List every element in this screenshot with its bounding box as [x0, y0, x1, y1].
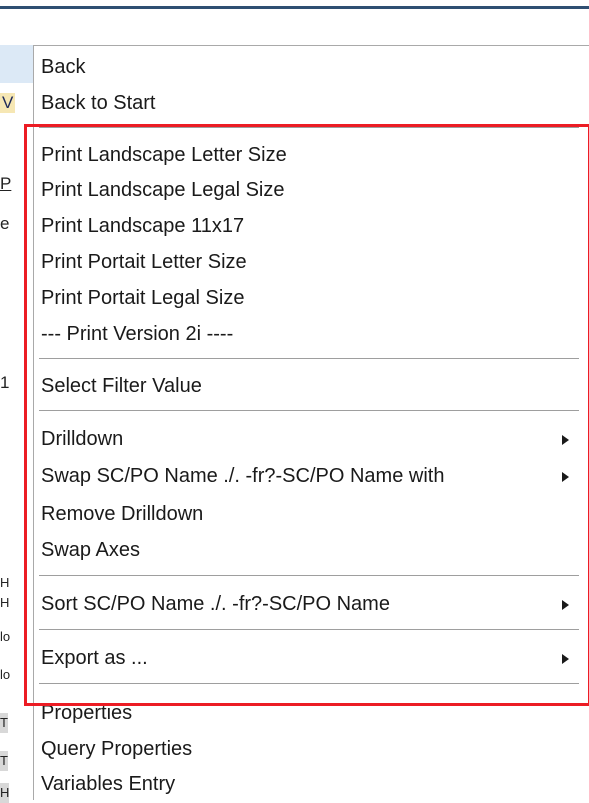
- menu-item-label: Remove Drilldown: [41, 503, 204, 525]
- menu-item-label: Select Filter Value: [41, 375, 202, 397]
- menu-separator: [39, 575, 579, 576]
- top-bar-line: [0, 6, 589, 9]
- background-text-fragment: P: [0, 174, 12, 193]
- menu-item-print-portrait-letter[interactable]: Print Portait Letter Size: [34, 245, 589, 279]
- menu-item-label: Print Landscape 11x17: [41, 215, 245, 237]
- menu-item-label: Properties: [41, 702, 133, 724]
- menu-item-label: Swap Axes: [41, 539, 140, 561]
- menu-item-label: Export as ...: [41, 647, 148, 669]
- menu-item-label: Print Portait Legal Size: [41, 287, 245, 309]
- menu-separator: [39, 410, 579, 411]
- background-text-fragment: T: [0, 713, 8, 733]
- background-text-fragment: e: [0, 214, 10, 233]
- menu-item-swap-with[interactable]: Swap SC/PO Name ./. -fr?-SC/PO Name with: [34, 459, 589, 493]
- menu-item-label: Back: [41, 56, 86, 78]
- background-text-fragment: T: [0, 751, 8, 771]
- submenu-arrow-icon: [562, 435, 569, 445]
- context-menu: Back Back to Start Print Landscape Lette…: [33, 45, 589, 800]
- background-page-strip: V P e 1 H H lo lo T T H: [0, 45, 33, 803]
- menu-item-back[interactable]: Back: [34, 50, 589, 84]
- menu-item-swap-axes[interactable]: Swap Axes: [34, 533, 589, 567]
- menu-item-label: --- Print Version 2i ----: [41, 323, 234, 345]
- background-text-fragment: lo: [0, 629, 11, 644]
- menu-item-export-as[interactable]: Export as ...: [34, 641, 589, 675]
- menu-separator: [39, 683, 579, 684]
- background-header-cell: [0, 45, 33, 83]
- menu-separator: [39, 127, 579, 128]
- background-text-fragment: H: [0, 575, 10, 590]
- menu-item-print-landscape-legal[interactable]: Print Landscape Legal Size: [34, 173, 589, 207]
- menu-item-label: Drilldown: [41, 428, 124, 450]
- menu-item-select-filter-value[interactable]: Select Filter Value: [34, 369, 589, 403]
- menu-item-label: Print Landscape Letter Size: [41, 144, 287, 166]
- background-text-fragment: lo: [0, 667, 11, 682]
- menu-item-print-landscape-11x17[interactable]: Print Landscape 11x17: [34, 209, 589, 243]
- menu-item-print-portrait-legal[interactable]: Print Portait Legal Size: [34, 281, 589, 315]
- menu-item-label: Sort SC/PO Name ./. -fr?-SC/PO Name: [41, 593, 390, 615]
- menu-item-label: Query Properties: [41, 738, 193, 760]
- submenu-arrow-icon: [562, 472, 569, 482]
- menu-item-print-version-2i[interactable]: --- Print Version 2i ----: [34, 317, 589, 351]
- menu-separator: [39, 358, 579, 359]
- menu-item-label: Variables Entry: [41, 773, 176, 795]
- menu-item-label: Swap SC/PO Name ./. -fr?-SC/PO Name with: [41, 465, 445, 487]
- menu-item-remove-drilldown[interactable]: Remove Drilldown: [34, 497, 589, 531]
- background-text-fragment: H: [0, 783, 10, 803]
- menu-item-variables-entry[interactable]: Variables Entry: [34, 767, 589, 801]
- submenu-arrow-icon: [562, 600, 569, 610]
- menu-item-properties[interactable]: Properties: [34, 696, 589, 730]
- menu-item-sort[interactable]: Sort SC/PO Name ./. -fr?-SC/PO Name: [34, 587, 589, 621]
- background-text-fragment: V: [0, 93, 16, 113]
- background-text-fragment: H: [0, 595, 10, 610]
- menu-item-label: Print Landscape Legal Size: [41, 179, 285, 201]
- menu-separator: [39, 629, 579, 630]
- menu-item-label: Back to Start: [41, 92, 156, 114]
- menu-item-print-landscape-letter[interactable]: Print Landscape Letter Size: [34, 138, 589, 172]
- menu-item-back-to-start[interactable]: Back to Start: [34, 86, 589, 120]
- submenu-arrow-icon: [562, 654, 569, 664]
- menu-item-drilldown[interactable]: Drilldown: [34, 422, 589, 456]
- window-top-bar: [0, 0, 589, 9]
- menu-item-query-properties[interactable]: Query Properties: [34, 732, 589, 766]
- background-text-fragment: 1: [0, 373, 10, 392]
- menu-item-label: Print Portait Letter Size: [41, 251, 247, 273]
